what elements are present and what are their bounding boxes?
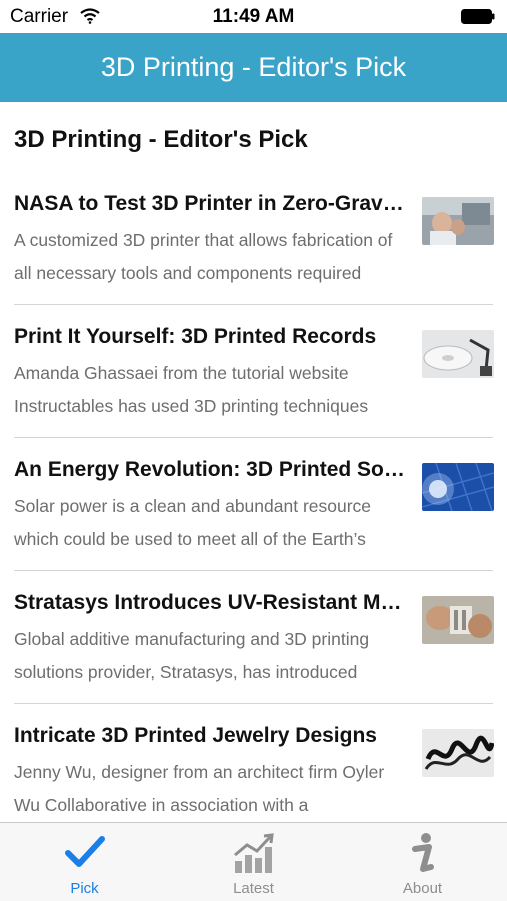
article-summary: A customized 3D printer that allows fabr… [14, 230, 393, 283]
article-summary: Global additive manufacturing and 3D pri… [14, 629, 370, 682]
hands-part-photo-thumbnail [422, 596, 494, 644]
article-row[interactable]: Intricate 3D Printed Jewelry Designs Jen… [0, 704, 507, 837]
tab-bar: Pick Latest About [0, 822, 507, 901]
tab-label: About [402, 880, 443, 897]
tab-label: Latest [233, 880, 274, 897]
record-player-photo-thumbnail [422, 330, 494, 378]
clock: 11:49 AM [212, 6, 295, 27]
battery-icon [461, 9, 495, 24]
article-row[interactable]: An Energy Revolution: 3D Printed Solar C… [0, 438, 507, 571]
article-title: Print It Yourself: 3D Printed Records [14, 325, 377, 348]
article-row[interactable]: NASA to Test 3D Printer in Zero-Gravity … [0, 172, 507, 305]
article-title: Intricate 3D Printed Jewelry Designs [14, 724, 377, 747]
article-list: NASA to Test 3D Printer in Zero-Gravity … [0, 172, 507, 837]
tab-pick[interactable]: Pick [0, 823, 169, 901]
article-summary: Jenny Wu, designer from an architect fir… [14, 762, 385, 815]
article-title: NASA to Test 3D Printer in Zero-Gravity [14, 192, 406, 215]
chart-icon [233, 833, 274, 873]
solar-panel-photo-thumbnail [422, 463, 494, 511]
status-bar: Carrier 11:49 AM [0, 0, 507, 33]
navigation-bar: 3D Printing - Editor's Pick [0, 33, 507, 102]
checkmark-icon [64, 836, 105, 867]
article-summary: Solar power is a clean and abundant reso… [14, 496, 372, 549]
article-summary: Amanda Ghassaei from the tutorial websit… [14, 363, 369, 416]
article-title: Stratasys Introduces UV-Resistant Materi… [14, 591, 406, 614]
jewelry-photo-thumbnail [422, 729, 494, 777]
article-row[interactable]: Print It Yourself: 3D Printed Records Am… [0, 305, 507, 438]
nav-title: 3D Printing - Editor's Pick [100, 52, 407, 82]
article-row[interactable]: Stratasys Introduces UV-Resistant Materi… [0, 571, 507, 704]
info-icon [411, 833, 434, 872]
article-title: An Energy Revolution: 3D Printed Solar C… [14, 458, 406, 481]
section-title: 3D Printing - Editor's Pick [14, 126, 308, 153]
tab-label: Pick [70, 880, 99, 897]
tab-about[interactable]: About [338, 823, 507, 901]
lab-photo-thumbnail [422, 197, 494, 245]
tab-latest[interactable]: Latest [169, 823, 338, 901]
